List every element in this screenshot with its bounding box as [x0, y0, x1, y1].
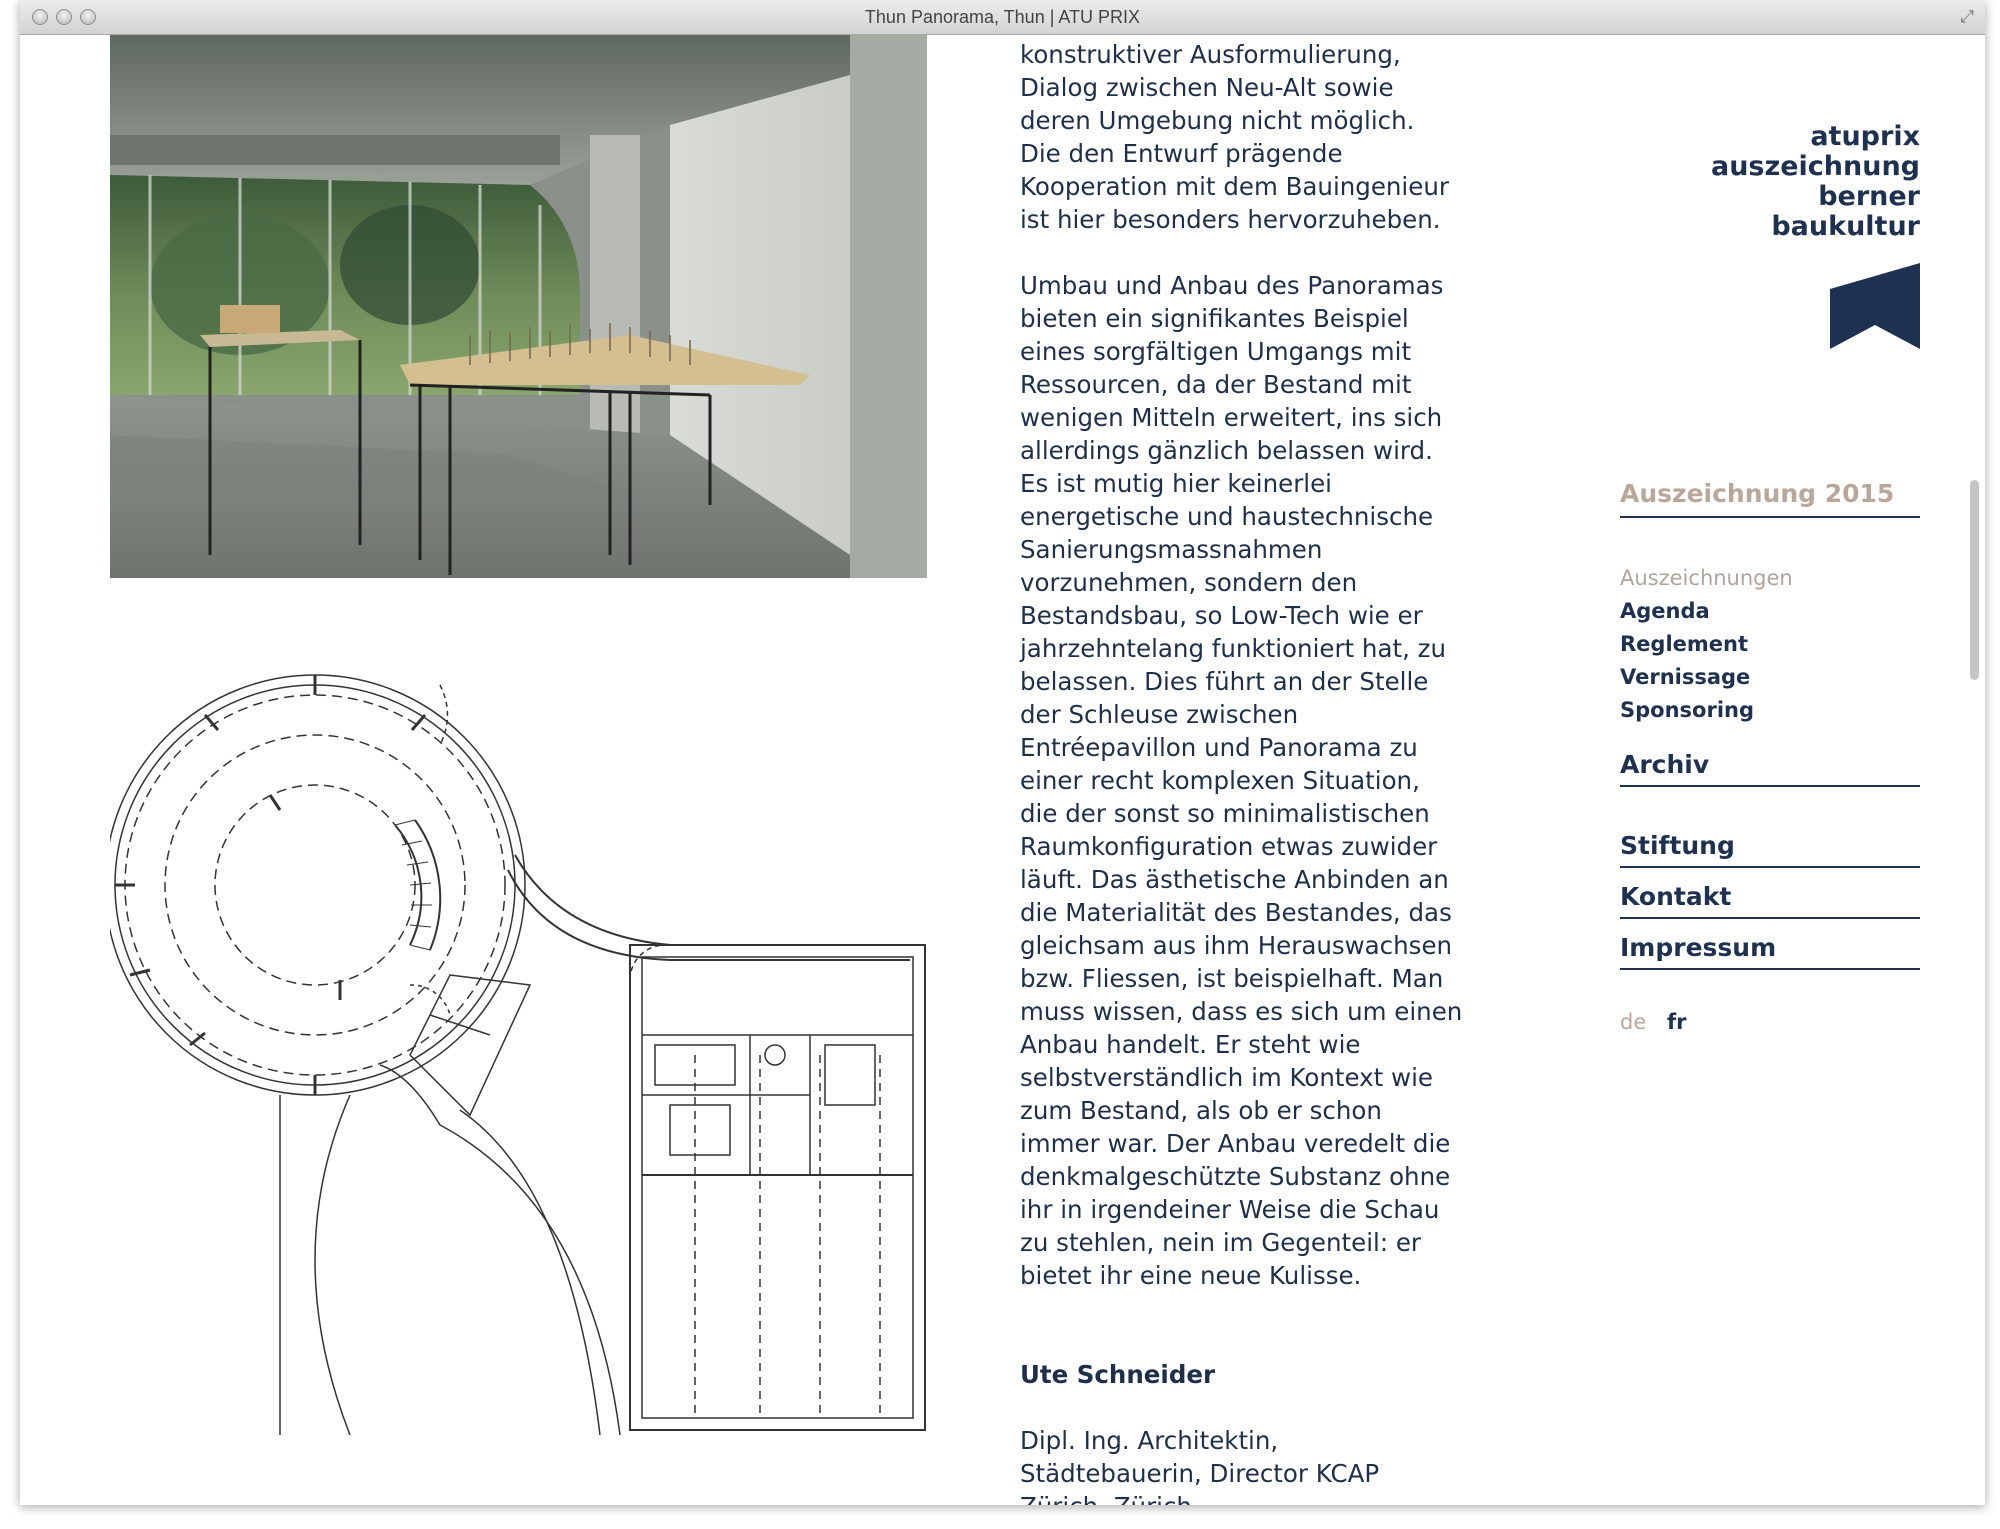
author-name: Ute Schneider [1020, 1360, 1216, 1389]
nav-year-heading[interactable]: Auszeichnung 2015 [1620, 479, 1920, 518]
site-logo[interactable]: atuprix auszeichnung berner baukultur [1711, 122, 1920, 242]
interior-photo [110, 35, 927, 578]
logo-line: baukultur [1771, 211, 1920, 242]
logo-line: atuprix [1810, 121, 1920, 152]
nav-item-impressum[interactable]: Impressum [1620, 933, 1920, 970]
nav-item-stiftung[interactable]: Stiftung [1620, 831, 1920, 868]
lang-de-link[interactable]: de [1620, 1010, 1646, 1034]
logo-line: auszeichnung [1710, 151, 1920, 182]
nav-item-archiv[interactable]: Archiv [1620, 750, 1920, 787]
title-bar: Thun Panorama, Thun | ATU PRIX ⤢ [20, 0, 1985, 35]
nav-item-auszeichnungen[interactable]: Auszeichnungen [1620, 562, 1793, 595]
language-switcher: de fr [1620, 1010, 1700, 1034]
floor-plan-drawing [104, 655, 950, 1436]
nav-item-reglement[interactable]: Reglement [1620, 628, 1793, 661]
window-title: Thun Panorama, Thun | ATU PRIX [864, 7, 1141, 27]
scrollbar-thumb[interactable] [1970, 480, 1979, 680]
author-details: Dipl. Ing. Architektin, Städtebauerin, D… [1020, 1426, 1380, 1505]
fullscreen-icon[interactable]: ⤢ [1957, 7, 1977, 27]
nav-item-vernissage[interactable]: Vernissage [1620, 661, 1793, 694]
page-content: konstruktiver Ausformulierung, Dialog zw… [20, 35, 1985, 1505]
logo-line: berner [1818, 181, 1920, 212]
sub-navigation: Auszeichnungen Agenda Reglement Vernissa… [1620, 562, 1793, 727]
article-paragraph: Umbau und Anbau des Panoramas bieten ein… [1020, 271, 1463, 1290]
lang-fr-link[interactable]: fr [1667, 1010, 1687, 1034]
logo-flag-icon [1830, 263, 1920, 349]
article-paragraph: konstruktiver Ausformulierung, Dialog zw… [1020, 40, 1449, 234]
nav-item-sponsoring[interactable]: Sponsoring [1620, 694, 1793, 727]
article-text: konstruktiver Ausformulierung, Dialog zw… [1020, 35, 1480, 1505]
nav-item-kontakt[interactable]: Kontakt [1620, 882, 1920, 919]
main-navigation: Archiv Stiftung Kontakt Impressum [1620, 750, 1920, 970]
browser-window: Thun Panorama, Thun | ATU PRIX ⤢ konstru… [20, 0, 1985, 1505]
nav-item-agenda[interactable]: Agenda [1620, 595, 1793, 628]
